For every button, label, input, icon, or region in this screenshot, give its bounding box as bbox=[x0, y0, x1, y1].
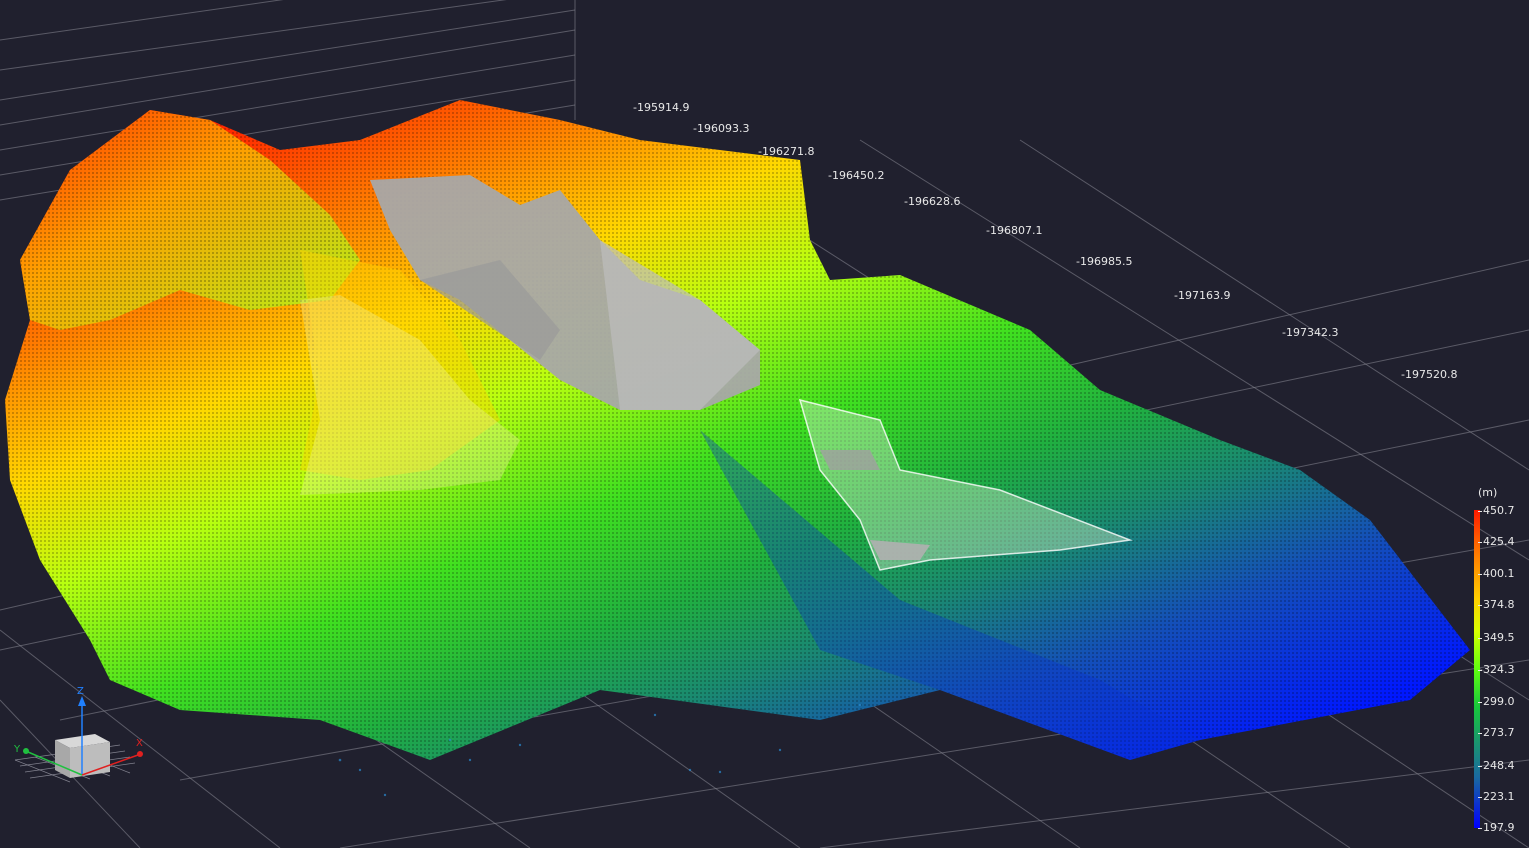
axis-label: -196628.6 bbox=[904, 195, 961, 208]
point-cloud-canvas[interactable] bbox=[0, 0, 1529, 848]
triad-y-label: Y bbox=[14, 744, 21, 755]
axis-label: -195914.9 bbox=[633, 101, 690, 114]
orientation-triad[interactable]: Z X Y bbox=[10, 686, 160, 790]
scale-tick: 273.7 bbox=[1478, 726, 1515, 739]
axis-label: -196807.1 bbox=[986, 224, 1043, 237]
scale-tick: 425.4 bbox=[1478, 535, 1515, 548]
scale-tick: 223.1 bbox=[1478, 790, 1515, 803]
scale-tick: 374.8 bbox=[1478, 598, 1515, 611]
axis-label: -196985.5 bbox=[1076, 255, 1133, 268]
axis-label: -197163.9 bbox=[1174, 289, 1231, 302]
axis-label: -196271.8 bbox=[758, 145, 815, 158]
triad-z-label: Z bbox=[77, 686, 84, 697]
scale-tick: 197.9 bbox=[1478, 821, 1515, 834]
scale-tick: 324.3 bbox=[1478, 663, 1515, 676]
axis-label: -196093.3 bbox=[693, 122, 750, 135]
axis-label: -197342.3 bbox=[1282, 326, 1339, 339]
terrain-point-cloud bbox=[5, 100, 1470, 797]
scale-tick: 400.1 bbox=[1478, 567, 1515, 580]
scale-gradient bbox=[1474, 510, 1480, 828]
scale-unit: (m) bbox=[1478, 486, 1498, 499]
scale-tick: 450.7 bbox=[1478, 504, 1515, 517]
axis-label: -196450.2 bbox=[828, 169, 885, 182]
scale-tick: 349.5 bbox=[1478, 631, 1515, 644]
triad-x-label: X bbox=[136, 738, 143, 749]
scale-tick: 299.0 bbox=[1478, 695, 1515, 708]
3d-viewport[interactable]: -195914.9 -196093.3 -196271.8 -196450.2 … bbox=[0, 0, 1529, 848]
scale-tick: 248.4 bbox=[1478, 759, 1515, 772]
elevation-color-scale: (m) 450.7 425.4 400.1 374.8 349.5 324.3 … bbox=[1470, 486, 1528, 836]
axis-label: -197520.8 bbox=[1401, 368, 1458, 381]
